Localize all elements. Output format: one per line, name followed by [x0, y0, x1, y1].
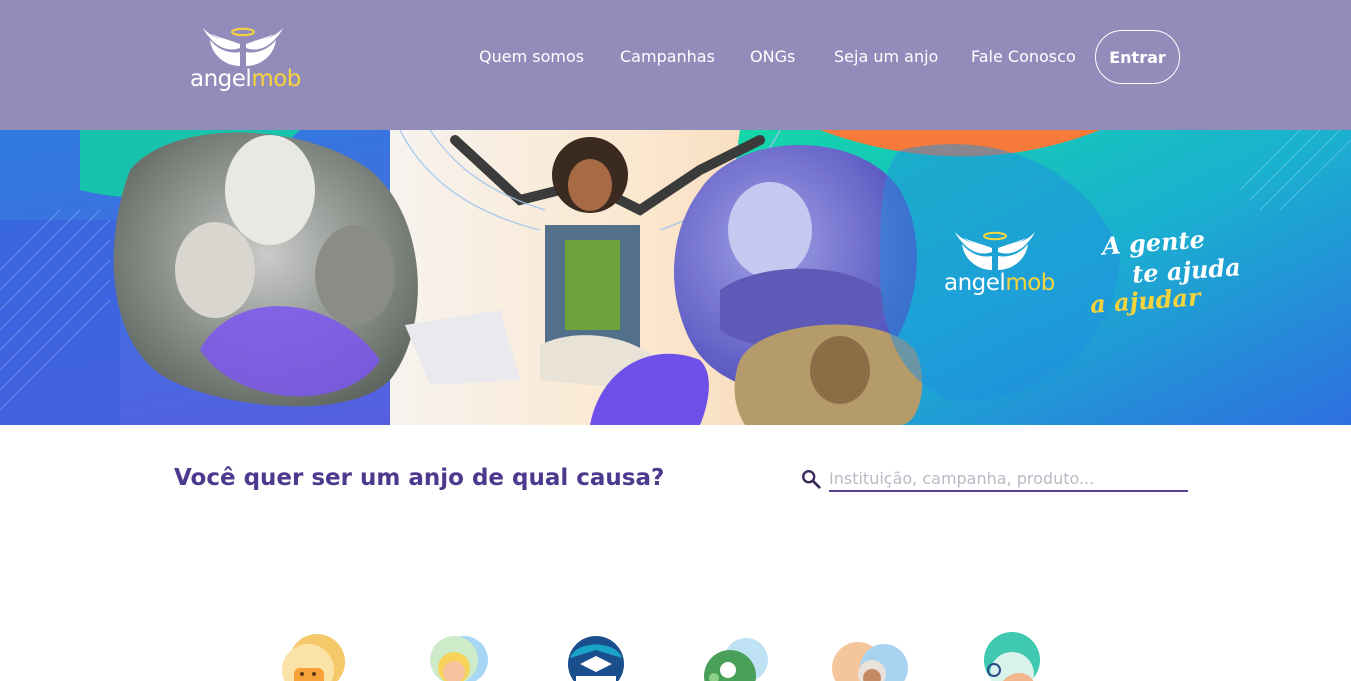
angel-wings-icon — [203, 27, 283, 66]
tagline-line-3: a ajudar — [1089, 282, 1202, 319]
search-input[interactable] — [829, 466, 1188, 492]
hero-tagline: A gente te ajuda a ajudar — [1089, 224, 1270, 338]
logo-wordmark: angelmob — [190, 66, 301, 92]
nav-item-quem-somos[interactable]: Quem somos — [479, 47, 584, 66]
cause-question-heading: Você quer ser um anjo de qual causa? — [174, 465, 665, 491]
hero-logo: angelmob — [940, 230, 1055, 310]
environment-cause-icon[interactable] — [690, 630, 770, 681]
nav-item-fale-conosco[interactable]: Fale Conosco — [971, 47, 1076, 66]
nav-item-campanhas[interactable]: Campanhas — [620, 47, 715, 66]
education-cause-icon[interactable] — [556, 630, 636, 681]
login-button[interactable]: Entrar — [1095, 30, 1180, 84]
elderly-cause-icon[interactable] — [828, 630, 908, 681]
animals-cause-icon[interactable] — [272, 630, 352, 681]
health-cause-icon[interactable] — [972, 630, 1052, 681]
hero-logo-wordmark: angelmob — [944, 270, 1055, 296]
angel-wings-icon — [955, 231, 1035, 270]
nav-item-ongs[interactable]: ONGs — [750, 47, 795, 66]
search-icon[interactable] — [800, 468, 822, 490]
children-cause-icon[interactable] — [414, 630, 494, 681]
top-header: angelmob Quem somos Campanhas ONGs Seja … — [0, 0, 1351, 130]
brand-logo[interactable]: angelmob — [188, 26, 301, 98]
nav-item-seja-um-anjo[interactable]: Seja um anjo — [834, 47, 938, 66]
causes-list — [0, 630, 1351, 681]
hero-banner: angelmob A gente te ajuda a ajudar — [0, 130, 1351, 425]
